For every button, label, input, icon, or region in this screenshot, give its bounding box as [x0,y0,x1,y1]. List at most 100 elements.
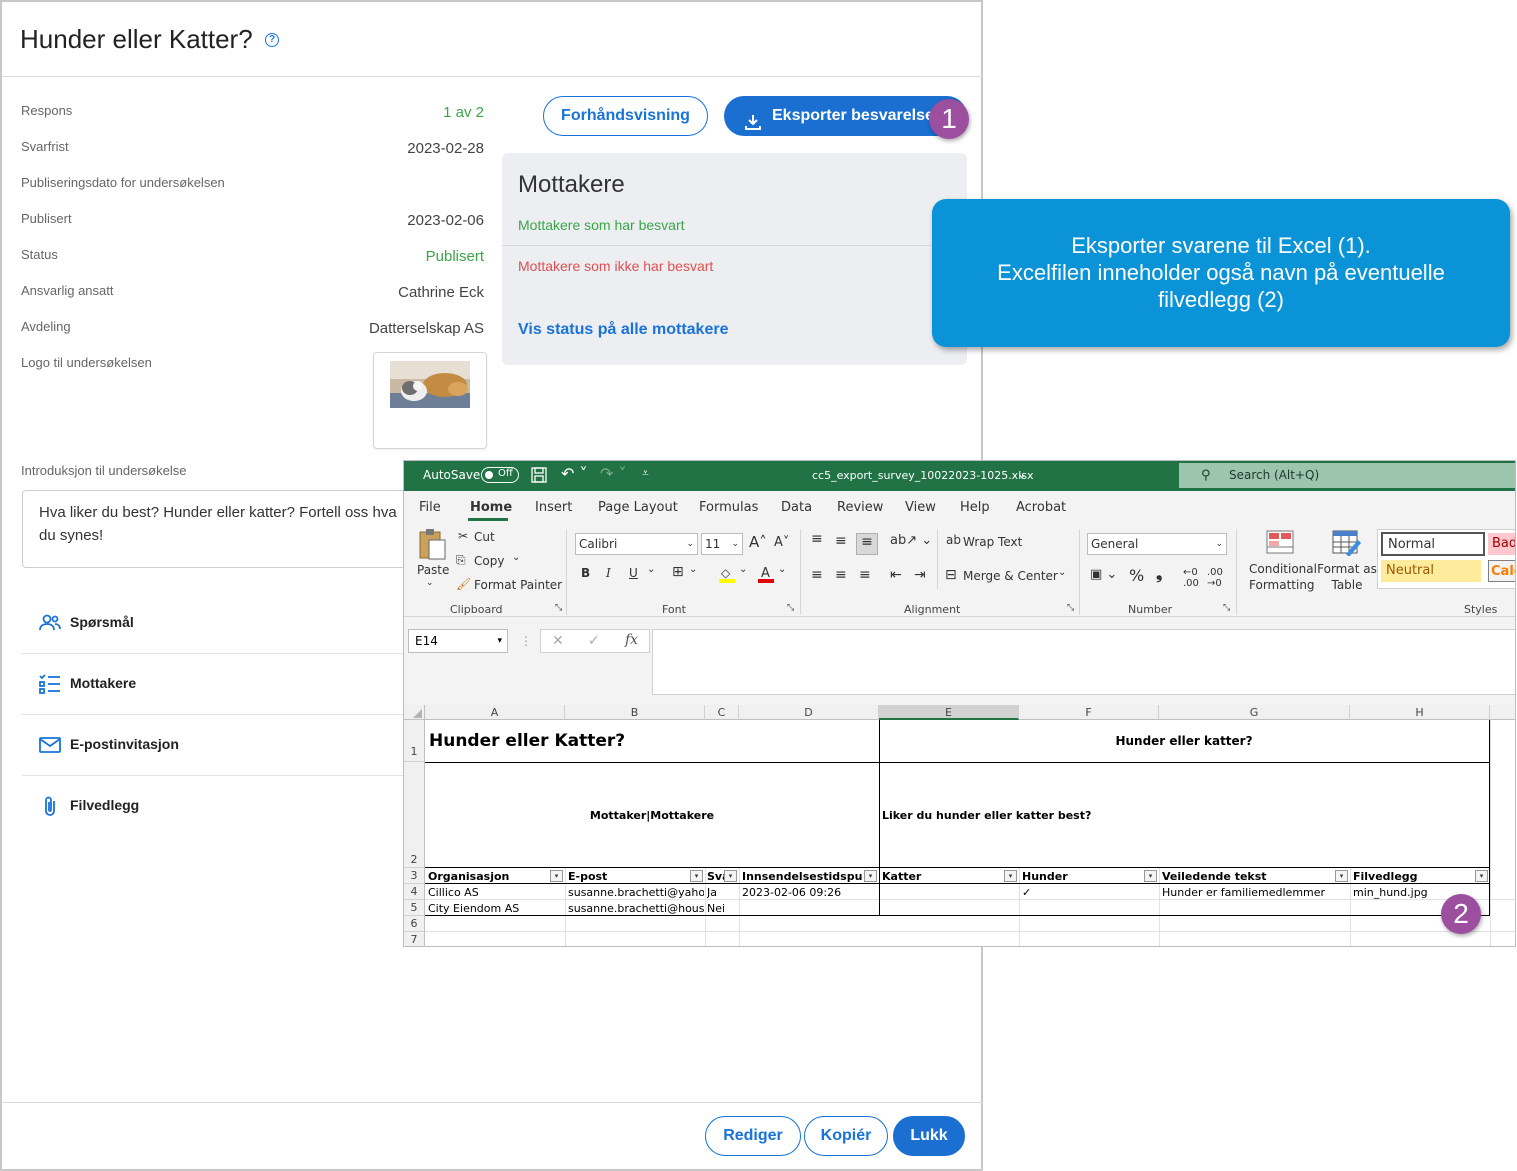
increase-font-icon[interactable]: A˄ [749,533,767,551]
decrease-decimal-icon[interactable]: .00 →0 [1207,567,1223,589]
header-cell-organisasjon[interactable]: Organisasjon [428,870,548,883]
select-all-corner[interactable] [404,705,425,720]
cell-a4[interactable]: Cillico AS [428,886,564,899]
customize-qat-icon[interactable]: ⩡ [642,466,649,481]
alignment-launcher-icon[interactable]: ⤡ [1067,603,1074,613]
close-button[interactable]: Lukk [893,1116,965,1156]
conditional-formatting-button[interactable]: Conditional Formatting [1249,561,1317,593]
align-bottom-icon[interactable]: ≡ [856,533,878,555]
row-header-2[interactable]: 2 [404,762,425,868]
tab-formulas[interactable]: Formulas [699,500,758,515]
borders-icon[interactable]: ⊞ [672,564,684,580]
cell-a5[interactable]: City Eiendom AS [428,902,564,915]
tab-home[interactable]: Home [470,500,512,515]
undo-icon[interactable]: ↶ ˅ [561,464,588,483]
number-format-select[interactable]: General ⌄ [1087,533,1227,555]
paste-button[interactable]: Paste [417,563,449,577]
autosave-toggle[interactable]: Off [481,467,519,483]
underline-button[interactable]: U [629,566,638,580]
nav-item-questions[interactable]: Spørsmål [22,593,422,654]
style-calc[interactable]: Calc [1488,560,1515,582]
decrease-indent-icon[interactable]: ⇤ [890,567,902,583]
filter-dropdown-icon[interactable]: ▾ [1335,870,1348,882]
align-top-icon[interactable]: ≡ [811,531,823,547]
cell-g4[interactable]: Hunder er familiemedlemmer [1162,886,1348,899]
font-size-select[interactable]: 11 ⌄ [701,533,743,555]
filter-dropdown-icon[interactable]: ▾ [1004,870,1017,882]
tab-help[interactable]: Help [960,500,990,515]
filter-dropdown-icon[interactable]: ▾ [1475,870,1488,882]
edit-button[interactable]: Rediger [705,1116,801,1156]
cell-e2[interactable]: Liker du hunder eller katter best? [882,809,1091,822]
search-box[interactable]: ⚲ Search (Alt+Q) [1179,463,1515,488]
tab-acrobat[interactable]: Acrobat [1016,500,1066,515]
filename-chevron-icon[interactable]: ⌄ [1017,467,1027,481]
row-header-4[interactable]: 4 [404,884,425,900]
fill-dropdown-icon[interactable]: ⌄ [739,564,747,575]
row-header-1[interactable]: 1 [404,720,425,762]
cell-b4[interactable]: susanne.brachetti@yaho [568,886,704,899]
row-header-6[interactable]: 6 [404,916,425,932]
column-header-e[interactable]: E [879,705,1019,720]
enter-icon[interactable]: ✓ [588,633,600,649]
intro-text[interactable]: Hva liker du best? Hunder eller katter? … [22,490,422,568]
font-name-select[interactable]: Calibri ⌄ [575,533,698,555]
tab-review[interactable]: Review [837,500,883,515]
format-as-table-button[interactable]: Format as Table [1317,561,1377,593]
cut-button[interactable]: Cut [474,530,495,544]
cell-c5[interactable]: Nei [707,902,738,915]
font-color-icon[interactable]: A [758,565,774,583]
filter-dropdown-icon[interactable]: ▾ [690,870,703,882]
paste-dropdown-icon[interactable]: ⌄ [426,578,434,588]
header-cell-epost[interactable]: E-post [568,870,688,883]
row-header-7[interactable]: 7 [404,932,425,946]
name-box[interactable]: E14 ▾ [408,629,508,653]
preview-button[interactable]: Forhåndsvisning [543,96,708,136]
header-cell-katter[interactable]: Katter [882,870,1002,883]
help-icon[interactable]: ? [265,33,279,47]
filter-dropdown-icon[interactable]: ▾ [864,870,877,882]
underline-dropdown-icon[interactable]: ⌄ [647,564,655,575]
cell-b5[interactable]: susanne.brachetti@hous [568,902,704,915]
clipboard-launcher-icon[interactable]: ⤡ [555,603,562,613]
header-cell-svar[interactable]: Sva [707,870,724,883]
tab-view[interactable]: View [905,500,936,515]
comma-style-icon[interactable]: ❟ [1156,564,1162,584]
header-cell-hunder[interactable]: Hunder [1022,870,1142,883]
column-header-g[interactable]: G [1159,705,1350,720]
bold-button[interactable]: B [581,566,590,580]
style-bad[interactable]: Bad [1488,533,1515,555]
insert-function-icon[interactable]: fx [625,632,638,648]
header-cell-innsendelse[interactable]: Innsendelsestidspunkt [742,870,862,883]
column-header-i[interactable] [1490,705,1515,720]
merge-center-button[interactable]: Merge & Center [963,569,1058,583]
header-cell-filvedlegg[interactable]: Filvedlegg [1353,870,1473,883]
copy-button-xl[interactable]: Copy [474,554,504,568]
align-right-icon[interactable]: ≡ [859,567,871,583]
nav-item-recipients[interactable]: Mottakere [22,654,422,715]
recipients-answered-link[interactable]: Mottakere som har besvart [518,217,685,233]
file-name[interactable]: cc5_export_survey_10022023-1025.xlsx [812,469,1034,482]
copy-button[interactable]: Kopiér [804,1116,888,1156]
italic-button[interactable]: I [606,566,611,580]
column-header-f[interactable]: F [1019,705,1159,720]
cancel-icon[interactable]: ✕ [552,633,564,649]
view-all-status-link[interactable]: Vis status på alle mottakere [518,321,728,339]
filter-dropdown-icon[interactable]: ▾ [550,870,563,882]
tab-insert[interactable]: Insert [535,500,572,515]
format-painter-button[interactable]: Format Painter [474,578,562,592]
filter-dropdown-icon[interactable]: ▾ [1144,870,1157,882]
copy-dropdown-icon[interactable]: ⌄ [512,552,520,563]
accounting-icon[interactable]: ▣ ⌄ [1090,567,1117,582]
wrap-text-button[interactable]: Wrap Text [963,535,1022,549]
save-icon[interactable] [531,466,547,484]
row-header-5[interactable]: 5 [404,900,425,916]
align-left-icon[interactable]: ≡ [811,567,823,583]
column-header-c[interactable]: C [705,705,739,720]
cell-f4[interactable]: ✓ [1022,886,1158,899]
cell-e1[interactable]: Hunder eller katter? [879,734,1489,748]
fill-color-icon[interactable]: ◇ [719,565,735,583]
recipients-not-answered-link[interactable]: Mottakere som ikke har besvart [518,258,713,274]
column-header-a[interactable]: A [425,705,565,720]
tab-file[interactable]: File [419,500,441,515]
